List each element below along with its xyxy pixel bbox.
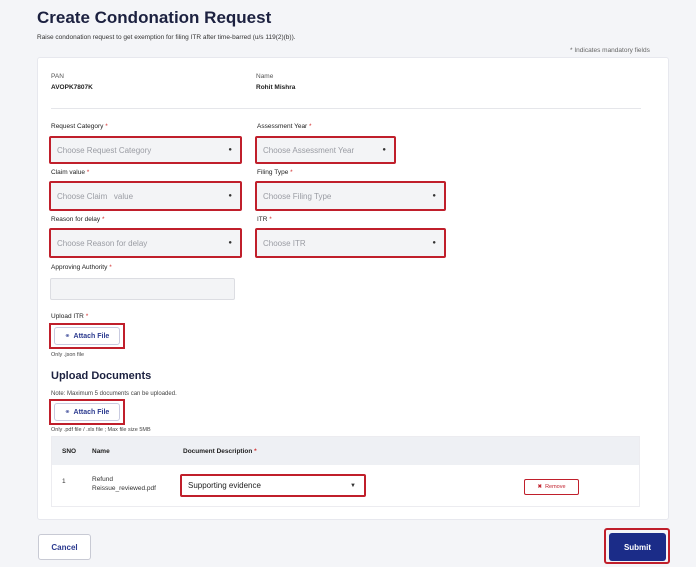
assessment-year-placeholder: Choose Assessment Year	[263, 145, 355, 155]
approving-authority-field	[50, 278, 235, 300]
caret-down-icon: ●	[228, 147, 232, 153]
caret-down-icon: ●	[382, 147, 386, 153]
pan-label: PAN	[51, 73, 64, 80]
header-document-description: Document Description *	[183, 448, 257, 455]
itr-select[interactable]: Choose ITR ●	[255, 228, 446, 258]
file-name-line2: Reissue_reviewed.pdf	[92, 485, 156, 492]
attach-documents-button[interactable]: ⚭ Attach File	[54, 403, 120, 421]
attach-itr-label: Attach File	[73, 332, 110, 340]
cancel-button[interactable]: Cancel	[38, 534, 91, 560]
upload-documents-hint: Only .pdf file / .xls file ; Max file si…	[51, 427, 151, 433]
claim-value-select[interactable]: Choose Claim value ●	[49, 181, 242, 211]
header-name: Name	[92, 448, 110, 455]
page-subtitle: Raise condonation request to get exempti…	[37, 34, 296, 41]
row-file-name: Refund Reissue_reviewed.pdf	[92, 475, 156, 493]
remove-circle-icon: ✖	[537, 484, 543, 490]
mandatory-note: * Indicates mandatory fields	[570, 47, 650, 54]
claim-value-placeholder: Choose Claim value	[57, 191, 134, 201]
caret-down-icon: ●	[228, 240, 232, 246]
submit-button[interactable]: Submit	[609, 533, 666, 561]
request-category-select[interactable]: Choose Request Category ●	[49, 136, 242, 164]
upload-itr-hint: Only .json file	[51, 352, 85, 358]
request-category-label: Request Category *	[51, 123, 108, 130]
table-header	[52, 437, 639, 465]
upload-documents-title: Upload Documents	[51, 370, 152, 382]
paperclip-icon: ⚭	[64, 409, 71, 416]
remove-button[interactable]: ✖ Remove	[524, 479, 579, 495]
caret-down-icon: ●	[228, 193, 232, 199]
caret-down-icon: ●	[432, 193, 436, 199]
document-description-value: Supporting evidence	[188, 481, 261, 490]
upload-documents-note: Note: Maximum 5 documents can be uploade…	[51, 391, 177, 397]
file-name-line1: Refund	[92, 476, 113, 483]
filing-type-select[interactable]: Choose Filing Type ●	[255, 181, 446, 211]
divider	[51, 108, 641, 109]
header-sno: SNO	[62, 448, 77, 455]
attach-itr-button[interactable]: ⚭ Attach File	[54, 327, 120, 345]
assessment-year-label: Assessment Year *	[257, 123, 312, 130]
reason-for-delay-placeholder: Choose Reason for delay	[57, 238, 148, 248]
name-value: Rohit Mishra	[256, 84, 296, 91]
itr-label: ITR *	[257, 216, 272, 223]
page-title: Create Condonation Request	[37, 8, 272, 27]
attach-documents-label: Attach File	[73, 408, 110, 416]
caret-down-icon: ▼	[350, 482, 356, 489]
paperclip-icon: ⚭	[64, 333, 71, 340]
filing-type-placeholder: Choose Filing Type	[263, 191, 332, 201]
upload-itr-label: Upload ITR *	[51, 313, 89, 320]
request-category-placeholder: Choose Request Category	[57, 145, 152, 155]
caret-down-icon: ●	[432, 240, 436, 246]
reason-for-delay-select[interactable]: Choose Reason for delay ●	[49, 228, 242, 258]
row-sno: 1	[62, 478, 66, 485]
approving-authority-label: Approving Authority *	[51, 264, 112, 271]
name-label: Name	[256, 73, 274, 80]
pan-value: AVOPK7807K	[51, 84, 93, 91]
assessment-year-select[interactable]: Choose Assessment Year ●	[255, 136, 396, 164]
remove-label: Remove	[545, 484, 566, 490]
itr-placeholder: Choose ITR	[263, 238, 306, 248]
reason-for-delay-label: Reason for delay *	[51, 216, 105, 223]
document-description-select[interactable]: Supporting evidence ▼	[180, 474, 366, 497]
claim-value-label: Claim value *	[51, 169, 90, 176]
filing-type-label: Filing Type *	[257, 169, 293, 176]
